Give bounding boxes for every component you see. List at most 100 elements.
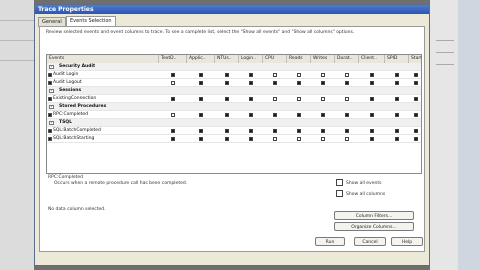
- collapse-icon[interactable]: -: [49, 105, 54, 109]
- grid-column-header[interactable]: CPU: [263, 55, 287, 63]
- show-all-columns-option[interactable]: Show all columns: [336, 190, 385, 197]
- show-all-events-option[interactable]: Show all events: [336, 179, 381, 186]
- column-checkbox[interactable]: [225, 97, 229, 101]
- column-filters-button[interactable]: Column Filters...: [334, 211, 414, 220]
- event-row[interactable]: SQL:BatchStarting: [47, 135, 421, 143]
- column-checkbox[interactable]: [395, 129, 399, 133]
- help-button[interactable]: Help: [391, 237, 423, 246]
- collapse-icon[interactable]: -: [49, 89, 54, 93]
- column-checkbox[interactable]: [395, 137, 399, 141]
- column-checkbox[interactable]: [321, 129, 325, 133]
- column-checkbox[interactable]: [273, 97, 277, 101]
- column-checkbox[interactable]: [321, 81, 325, 85]
- column-checkbox[interactable]: [370, 137, 374, 141]
- column-checkbox[interactable]: [273, 73, 277, 77]
- column-checkbox[interactable]: [414, 137, 418, 141]
- column-checkbox[interactable]: [171, 97, 175, 101]
- column-checkbox[interactable]: [225, 129, 229, 133]
- event-row-checkbox[interactable]: [48, 73, 52, 77]
- grid-column-header[interactable]: Applic..: [187, 55, 215, 63]
- column-checkbox[interactable]: [225, 137, 229, 141]
- column-checkbox[interactable]: [273, 113, 277, 117]
- run-button[interactable]: Run: [315, 237, 345, 246]
- grid-column-header[interactable]: Reads: [287, 55, 311, 63]
- event-category-row[interactable]: - Sessions: [47, 87, 421, 95]
- column-checkbox[interactable]: [249, 137, 253, 141]
- collapse-icon[interactable]: -: [49, 121, 54, 125]
- column-checkbox[interactable]: [414, 129, 418, 133]
- column-checkbox[interactable]: [225, 113, 229, 117]
- column-checkbox[interactable]: [199, 113, 203, 117]
- show-all-columns-checkbox[interactable]: [336, 190, 343, 197]
- column-checkbox[interactable]: [199, 97, 203, 101]
- event-category-row[interactable]: - TSQL: [47, 119, 421, 127]
- grid-column-header[interactable]: StartT..: [409, 55, 421, 63]
- grid-column-header[interactable]: Login..: [239, 55, 263, 63]
- cancel-button[interactable]: Cancel: [354, 237, 386, 246]
- column-checkbox[interactable]: [171, 81, 175, 85]
- column-checkbox[interactable]: [249, 73, 253, 77]
- column-checkbox[interactable]: [297, 129, 301, 133]
- column-checkbox[interactable]: [249, 129, 253, 133]
- column-checkbox[interactable]: [414, 113, 418, 117]
- column-checkbox[interactable]: [345, 73, 349, 77]
- column-checkbox[interactable]: [171, 129, 175, 133]
- event-row-checkbox[interactable]: [48, 81, 52, 85]
- column-checkbox[interactable]: [171, 73, 175, 77]
- column-checkbox[interactable]: [414, 73, 418, 77]
- column-checkbox[interactable]: [414, 97, 418, 101]
- column-checkbox[interactable]: [370, 113, 374, 117]
- column-checkbox[interactable]: [171, 113, 175, 117]
- column-checkbox[interactable]: [249, 113, 253, 117]
- event-row[interactable]: SQL:BatchCompleted: [47, 127, 421, 135]
- event-row-checkbox[interactable]: [48, 129, 52, 133]
- column-checkbox[interactable]: [370, 129, 374, 133]
- column-checkbox[interactable]: [395, 97, 399, 101]
- column-checkbox[interactable]: [321, 137, 325, 141]
- column-checkbox[interactable]: [249, 81, 253, 85]
- grid-column-header[interactable]: TextD..: [159, 55, 187, 63]
- column-checkbox[interactable]: [414, 81, 418, 85]
- column-checkbox[interactable]: [249, 97, 253, 101]
- column-checkbox[interactable]: [297, 137, 301, 141]
- event-category-row[interactable]: - Security Audit: [47, 63, 421, 71]
- column-checkbox[interactable]: [345, 137, 349, 141]
- collapse-icon[interactable]: -: [49, 65, 54, 69]
- column-checkbox[interactable]: [273, 129, 277, 133]
- grid-column-header[interactable]: Events: [47, 55, 159, 63]
- organize-columns-button[interactable]: Organize Columns...: [334, 222, 414, 231]
- column-checkbox[interactable]: [297, 113, 301, 117]
- grid-column-header[interactable]: Durat..: [335, 55, 359, 63]
- column-checkbox[interactable]: [225, 81, 229, 85]
- column-checkbox[interactable]: [321, 97, 325, 101]
- column-checkbox[interactable]: [345, 81, 349, 85]
- column-checkbox[interactable]: [395, 73, 399, 77]
- event-row-checkbox[interactable]: [48, 137, 52, 141]
- column-checkbox[interactable]: [345, 97, 349, 101]
- column-checkbox[interactable]: [273, 137, 277, 141]
- column-checkbox[interactable]: [297, 81, 301, 85]
- column-checkbox[interactable]: [395, 81, 399, 85]
- column-checkbox[interactable]: [370, 81, 374, 85]
- column-checkbox[interactable]: [321, 73, 325, 77]
- column-checkbox[interactable]: [199, 137, 203, 141]
- event-category-row[interactable]: - Stored Procedures: [47, 103, 421, 111]
- grid-column-header[interactable]: Writes: [311, 55, 335, 63]
- column-checkbox[interactable]: [225, 73, 229, 77]
- column-checkbox[interactable]: [370, 97, 374, 101]
- column-checkbox[interactable]: [321, 113, 325, 117]
- grid-column-header[interactable]: Client..: [359, 55, 385, 63]
- column-checkbox[interactable]: [345, 129, 349, 133]
- events-grid[interactable]: Events TextD.. Applic.. NTUs.. Login.. CPU Rea…: [46, 54, 422, 174]
- column-checkbox[interactable]: [297, 73, 301, 77]
- event-row-checkbox[interactable]: [48, 113, 52, 117]
- event-row-checkbox[interactable]: [48, 97, 52, 101]
- event-row[interactable]: Audit Logout: [47, 79, 421, 87]
- event-row[interactable]: RPC:Completed: [47, 111, 421, 119]
- column-checkbox[interactable]: [297, 97, 301, 101]
- column-checkbox[interactable]: [199, 129, 203, 133]
- column-checkbox[interactable]: [370, 73, 374, 77]
- grid-column-header[interactable]: SPID: [385, 55, 409, 63]
- show-all-events-checkbox[interactable]: [336, 179, 343, 186]
- grid-column-header[interactable]: NTUs..: [215, 55, 239, 63]
